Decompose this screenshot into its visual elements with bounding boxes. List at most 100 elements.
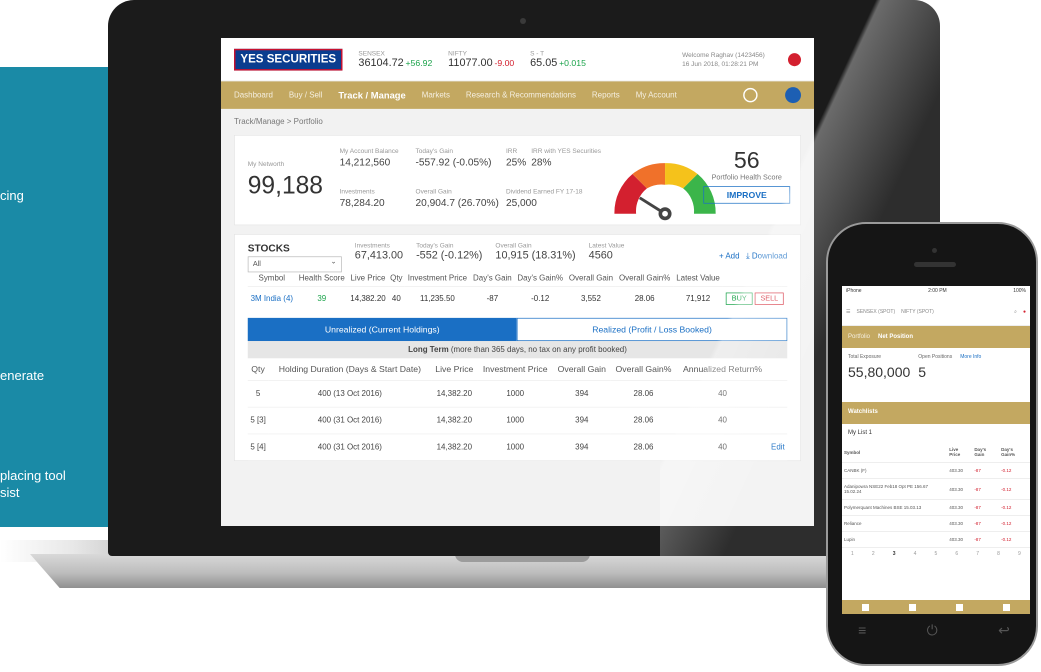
- h-ogp: 28.06: [610, 433, 677, 461]
- nav-markets[interactable]: Markets: [422, 91, 450, 100]
- w-dgp: -0.12: [999, 515, 1030, 532]
- menu-key-icon[interactable]: ≡: [858, 622, 866, 639]
- page-2[interactable]: 2: [872, 551, 875, 557]
- page-4[interactable]: 4: [914, 551, 917, 557]
- row-days-gain: -87: [470, 286, 515, 311]
- top-bar: YES SECURITIES SENSEX 36104.72 +56.92 NI…: [221, 38, 814, 82]
- h-duration: 400 (31 Oct 2016): [268, 406, 432, 434]
- list-item[interactable]: CANBK (F) 403.30 -87 -0.12: [842, 462, 1030, 479]
- networth-label: My Networth: [247, 160, 285, 168]
- irr-label: IRR: [505, 147, 518, 155]
- w-live: 403.30: [947, 478, 973, 500]
- table-row[interactable]: 3M India (4) 39 14,382.20 40 11,235.50 -…: [247, 286, 788, 311]
- page-7[interactable]: 7: [976, 551, 979, 557]
- list-item[interactable]: Polymerquant Machines BSE 15.03.13 403.30…: [842, 499, 1030, 516]
- holdings-panel: Unrealized (Current Holdings) Realized (…: [247, 317, 788, 461]
- balance-value: 14,212,560: [339, 155, 391, 168]
- h-live: 14,382.20: [431, 380, 478, 408]
- list-item[interactable]: Adanipowra NSE22 Feb18 Opt PE 156.67 15.…: [842, 478, 1030, 500]
- overall-gain-label: Overall Gain: [415, 187, 452, 195]
- more-info-link[interactable]: More Info: [960, 354, 981, 396]
- todays-gain-value: -557.92 (-0.05%): [415, 155, 492, 168]
- nav-track-manage[interactable]: Track / Manage: [338, 90, 405, 101]
- improve-button[interactable]: IMPROVE: [703, 186, 791, 204]
- watchlist-name[interactable]: My List 1: [842, 424, 1030, 442]
- nav-my-account[interactable]: My Account: [636, 91, 677, 100]
- wallet-icon[interactable]: [956, 603, 963, 611]
- networth-value: 99,188: [247, 171, 323, 200]
- back-key-icon[interactable]: ↩: [998, 622, 1010, 639]
- phone-bell-icon[interactable]: ●: [1023, 309, 1026, 315]
- list-item[interactable]: Lupin 403.30 -87 -0.12: [842, 531, 1030, 548]
- buy-button[interactable]: BUY: [726, 292, 753, 305]
- page-6[interactable]: 6: [955, 551, 958, 557]
- row-overall-gain-pct: 28.06: [615, 286, 674, 311]
- stocks-title: STOCKS: [247, 241, 290, 254]
- nav-buy-sell[interactable]: Buy / Sell: [289, 91, 323, 100]
- irr2-value: 28%: [531, 155, 552, 168]
- phone-search-icon[interactable]: ⌕: [1014, 309, 1017, 315]
- phone-android-keys: ≡ ⏻ ↩: [828, 622, 1040, 639]
- phone-tab-portfolio[interactable]: Portfolio: [848, 334, 870, 340]
- h-live: 14,382.20: [431, 433, 478, 461]
- chatbot-icon[interactable]: [785, 87, 802, 104]
- h-inv: 1000: [477, 406, 554, 434]
- nav-reports[interactable]: Reports: [592, 91, 620, 100]
- col-days-gain-pct: Day's Gain%: [517, 273, 564, 283]
- stocks-lv-value: 4560: [588, 249, 613, 262]
- phone-camera: [932, 248, 937, 253]
- overall-gain-value: 20,904.7 (26.70%): [415, 196, 499, 208]
- page-5[interactable]: 5: [935, 551, 938, 557]
- phone-tab-net-position[interactable]: Net Position: [878, 334, 913, 340]
- grid-icon[interactable]: [862, 603, 869, 611]
- w-symbol: Lupin: [842, 531, 948, 548]
- tab-unrealized[interactable]: Unrealized (Current Holdings): [247, 317, 517, 342]
- long-term-banner: Long Term (more than 365 days, no tax on…: [247, 341, 788, 359]
- h-duration: 400 (13 Oct 2016): [268, 380, 432, 408]
- tab-realized[interactable]: Realized (Profit / Loss Booked): [516, 317, 788, 342]
- long-term-note: (more than 365 days, no tax on any profi…: [448, 345, 627, 355]
- health-score-label: Portfolio Health Score: [711, 173, 782, 182]
- clipboard-icon[interactable]: [909, 603, 916, 611]
- search-icon[interactable]: [743, 87, 758, 103]
- w-col-dgp: Day's Gain%: [999, 442, 1030, 463]
- page-9[interactable]: 9: [1018, 551, 1021, 557]
- nav-dashboard[interactable]: Dashboard: [234, 91, 273, 100]
- stock-ticker: S - T 65.05 +0.015: [530, 50, 586, 70]
- list-icon[interactable]: [1003, 603, 1010, 611]
- h-inv: 1000: [477, 380, 554, 408]
- download-button[interactable]: ⤓ Download: [746, 252, 787, 261]
- dividend-value: 25,000: [505, 196, 537, 208]
- stocks-filter-select[interactable]: All: [247, 256, 342, 273]
- phone-exposure: Total Exposure 55,80,000 Open Positions 5 …: [842, 348, 1030, 402]
- w-dg: -87: [972, 515, 1000, 532]
- exposure-value: 55,80,000: [848, 364, 911, 380]
- nav-research[interactable]: Research & Recommendations: [466, 91, 576, 100]
- page-8[interactable]: 8: [997, 551, 1000, 557]
- sell-button[interactable]: SELL: [754, 292, 784, 305]
- sensex-change: +56.92: [405, 58, 433, 69]
- menu-icon[interactable]: ☰: [846, 309, 850, 315]
- add-button[interactable]: + Add: [719, 252, 740, 261]
- table-row: 5 [4] 400 (31 Oct 2016) 14,382.20 1000 3…: [247, 433, 788, 461]
- row-symbol[interactable]: 3M India (4): [247, 286, 296, 311]
- w-dg: -87: [972, 531, 1000, 548]
- bell-icon[interactable]: [787, 52, 802, 66]
- w-live: 403.30: [947, 531, 973, 548]
- watchlist-header: Symbol Live Price Day's Gain Day's Gain%: [842, 442, 1030, 463]
- yes-securities-logo[interactable]: YES SECURITIES: [234, 48, 343, 71]
- phone-time: 2:00 PM: [928, 288, 947, 294]
- laptop-camera: [520, 18, 526, 24]
- h-ar: 40: [676, 380, 769, 408]
- col-symbol: Symbol: [258, 273, 286, 283]
- sensex-ticker: SENSEX 36104.72 +56.92: [358, 50, 432, 70]
- page-1[interactable]: 1: [851, 551, 854, 557]
- health-score-block: 56 Portfolio Health Score IMPROVE: [703, 147, 791, 204]
- nifty-ticker: NIFTY 11077.00 -9.00: [448, 50, 514, 70]
- page-3[interactable]: 3: [893, 551, 896, 557]
- panel-text-2: enerate: [0, 368, 45, 383]
- edit-button[interactable]: Edit: [768, 433, 788, 461]
- list-item[interactable]: Reliance 403.30 -87 -0.12: [842, 515, 1030, 532]
- stage: cing enerate placing tool sist YES SECUR…: [0, 0, 1041, 672]
- power-key-icon[interactable]: ⏻: [927, 622, 938, 639]
